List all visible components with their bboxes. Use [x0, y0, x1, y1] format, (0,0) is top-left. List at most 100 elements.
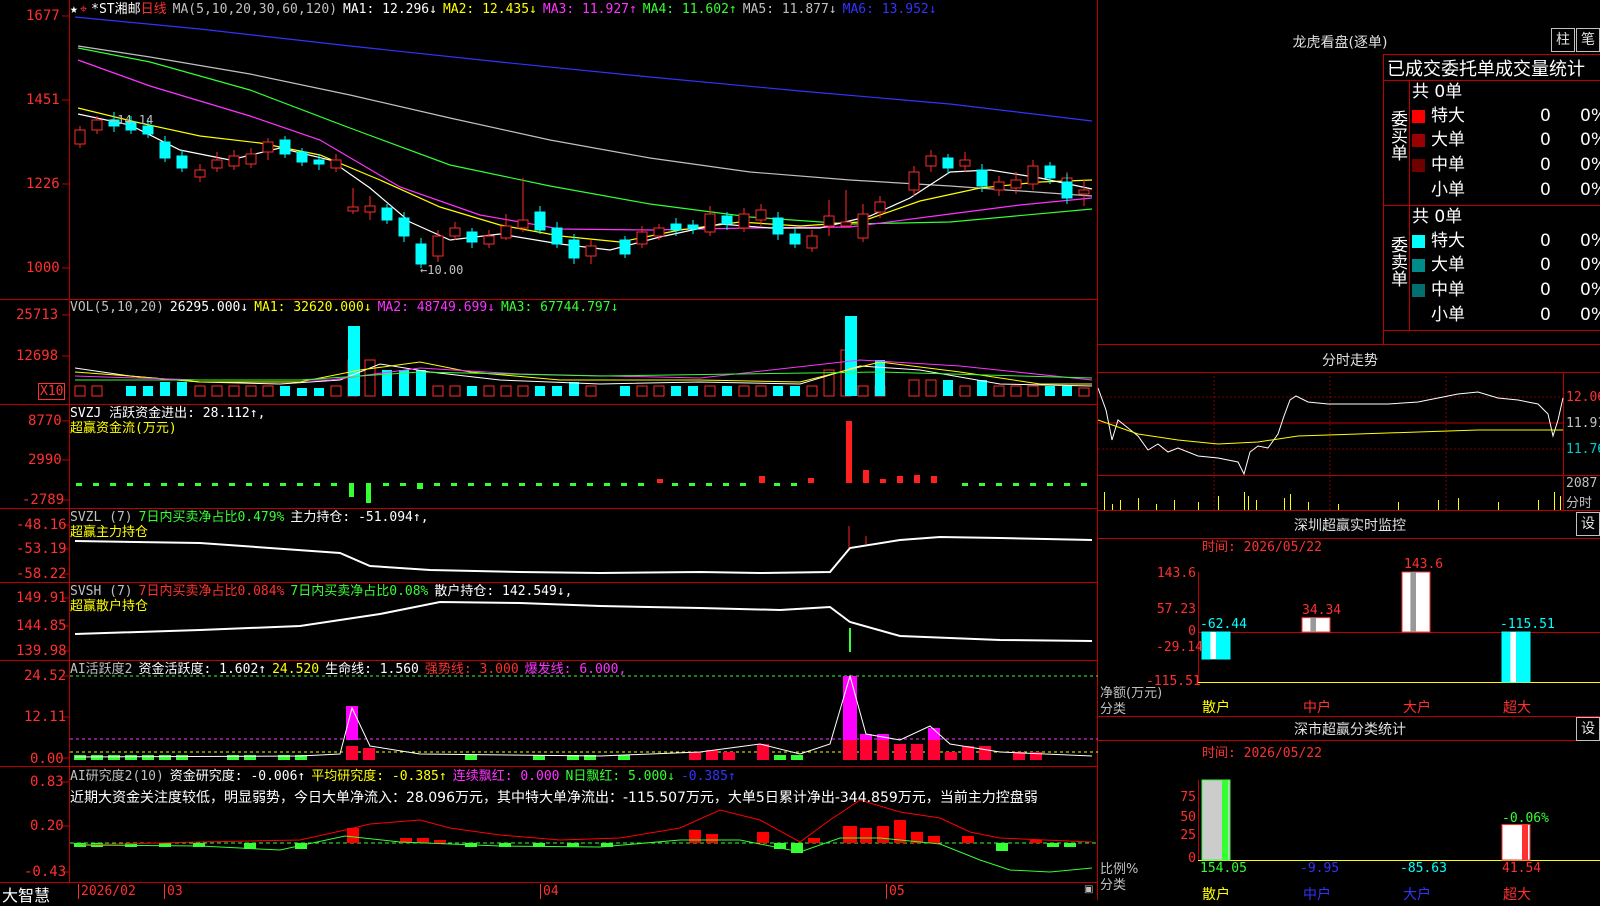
classify-cat-2: 大户 [1403, 887, 1431, 903]
sell-xl-name: 特大 [1431, 231, 1465, 251]
monitor-title: 深圳超赢实时监控 [1294, 518, 1406, 534]
main-chart[interactable]: ←14.14 ←10.00 [0, 0, 1098, 900]
monitor-bar-2-shade [1410, 572, 1416, 632]
classify-axis-2: 50 [1180, 810, 1196, 825]
buy-row-s[interactable]: 小单 0 0% [1412, 178, 1600, 202]
buy-row-m[interactable]: 中单 0 0% [1412, 153, 1600, 177]
buy-xl-swatch [1412, 109, 1425, 123]
monitor-axis-1: 143.6 [1156, 566, 1196, 581]
monitor-cat-1: 中户 [1303, 700, 1331, 716]
sell-side-label: 委卖单 [1387, 236, 1407, 287]
buy-s-val: 0 [1540, 180, 1551, 200]
svsh-axis-2: 144.85 [16, 618, 67, 634]
monitor-val-1: 34.34 [1302, 603, 1342, 618]
vol-axis-1: 25713 [16, 307, 59, 323]
sell-row-m[interactable]: 中单 0 0% [1412, 278, 1600, 302]
price-axis-1451: 1451 [26, 92, 60, 108]
svzj-axis-3: -2789 [22, 492, 65, 508]
intraday-vol: 2087 [1566, 476, 1598, 491]
ai1-v3: 生命线: 1.560 [325, 662, 419, 677]
classify-axis-3: 25 [1180, 828, 1196, 843]
svzj-line1: SVZJ 活跃资金进出: 28.112↑, [70, 406, 266, 421]
svzl-ratio: 7日内买卖净占比0.479% [138, 510, 285, 525]
sell-m-pct: 0% [1580, 280, 1600, 300]
svsh-ratio2: 7日内买卖净占比0.08% [290, 584, 429, 599]
monitor-time: 时间: 2026/05/22 [1202, 540, 1322, 555]
monitor-bar-3-shade [1510, 632, 1516, 682]
sell-row-l[interactable]: 大单 0 0% [1412, 253, 1600, 277]
brand-logo[interactable]: 大智慧 [2, 882, 50, 906]
monitor-settings-button[interactable]: 设 [1576, 512, 1600, 536]
buy-row-xl[interactable]: 特大 0 0% [1412, 104, 1600, 128]
intraday-title[interactable]: 分时走势 [1290, 350, 1410, 370]
svzl-axis-1: -48.16 [16, 517, 67, 533]
svzj-line2: 超赢资金流(万元) [70, 421, 177, 436]
sell-s-val: 0 [1540, 305, 1551, 325]
classify-settings-button[interactable]: 设 [1576, 717, 1600, 741]
lock-icon[interactable]: ▣ [1084, 884, 1093, 895]
monitor-axis-4: -29.14 [1156, 640, 1203, 655]
ai2-axis-3: -0.43 [24, 864, 67, 880]
monitor-cat-0: 散户 [1202, 700, 1230, 716]
monitor-cat-3: 超大 [1503, 700, 1531, 716]
ma1-value: MA1: 12.296↓ [343, 2, 437, 17]
buy-m-swatch [1412, 158, 1425, 172]
bar-mode-button[interactable]: 柱 [1551, 28, 1575, 52]
buy-row-l[interactable]: 大单 0 0% [1412, 128, 1600, 152]
ai2-label: AI研究度2(10) [70, 769, 164, 784]
sell-xl-pct: 0% [1580, 231, 1600, 251]
sell-xl-swatch [1412, 234, 1425, 248]
intraday-unit[interactable]: 分时 [1566, 492, 1592, 511]
longhu-title: 龙虎看盘(逐单) [1292, 35, 1388, 51]
svsh-axis-3: 139.98 [16, 643, 67, 659]
svzl-axis-3: -58.22 [16, 566, 67, 582]
buy-s-pct: 0% [1580, 180, 1600, 200]
vol-unit[interactable]: X10 [38, 383, 66, 400]
svzl-axis-2: -53.19 [16, 541, 67, 557]
classify-val-1: -9.95 [1300, 861, 1340, 876]
ai1-header: AI活跃度2 资金活跃度: 1.602↑ 24.520 生命线: 1.560 强势线: … [70, 662, 632, 678]
ai2-comment: 近期大资金关注度较低，明显弱势，今日大单净流入：28.096万元，其中特大单净流… [70, 790, 1038, 806]
longhu-subtitle: 已成交委托单成交量统计 [1387, 59, 1585, 80]
vol-ma1: MA1: 32620.000↓ [254, 300, 372, 315]
ai1-axis-2: 12.11 [24, 709, 67, 725]
buy-s-swatch [1412, 183, 1425, 197]
sell-s-pct: 0% [1580, 305, 1600, 325]
classify-cat-1: 中户 [1303, 887, 1331, 903]
star-icon[interactable]: ★ [70, 2, 78, 17]
monitor-bars [1201, 571, 1531, 683]
classify-cat-3: 超大 [1503, 887, 1531, 903]
sell-row-s[interactable]: 小单 0 0% [1412, 303, 1600, 327]
ai2-axis-1: 0.83 [30, 774, 64, 790]
svsh-axis-1: 149.91 [16, 590, 67, 606]
monitor-bar-1-shade [1310, 617, 1316, 632]
x-label-feb: 2026/02 [78, 884, 136, 899]
svzj-axis-1: 8770 [28, 413, 62, 429]
ai2-v3: 连续飘红: 0.000 [452, 769, 560, 784]
tick-mode-button[interactable]: 笔 [1576, 28, 1600, 52]
svsh-label: SVSH (7) [70, 584, 133, 599]
classify-xlabel: 分类 [1100, 878, 1127, 893]
classify-axis-1: 75 [1180, 790, 1196, 805]
classify-time: 时间: 2026/05/22 [1202, 746, 1322, 761]
ai1-axis-3: 0.00 [30, 751, 64, 767]
alert-icon[interactable]: ⌖ [80, 2, 87, 17]
vol-ma3: MA3: 67744.797↓ [501, 300, 619, 315]
buy-l-pct: 0% [1580, 130, 1600, 150]
ma4-value: MA4: 11.602↑ [642, 2, 737, 17]
sell-row-xl[interactable]: 特大 0 0% [1412, 229, 1600, 253]
x-label-apr: 04 [540, 884, 559, 899]
x-label-mar: 03 [164, 884, 183, 899]
svzl-hold: 主力持仓: -51.094↑, [290, 510, 429, 525]
ai1-v5: 爆发线: 6.000, [524, 662, 627, 677]
classify-bar-3-edge [1522, 824, 1528, 860]
classify-val-3: 41.54 [1502, 861, 1542, 876]
period-label[interactable]: 日线 [141, 2, 167, 17]
ma2-value: MA2: 12.435↓ [442, 2, 537, 17]
ai1-v1: 资金活跃度: 1.602↑ [138, 662, 267, 677]
monitor-val-2: 143.6 [1404, 557, 1444, 572]
sell-s-swatch [1412, 308, 1425, 322]
price-axis-1226: 1226 [26, 176, 60, 192]
sell-m-name: 中单 [1431, 280, 1465, 300]
ai2-header: AI研究度2(10) 资金研究度: -0.006↑ 平均研究度: -0.385↑ 连续… [70, 769, 742, 785]
